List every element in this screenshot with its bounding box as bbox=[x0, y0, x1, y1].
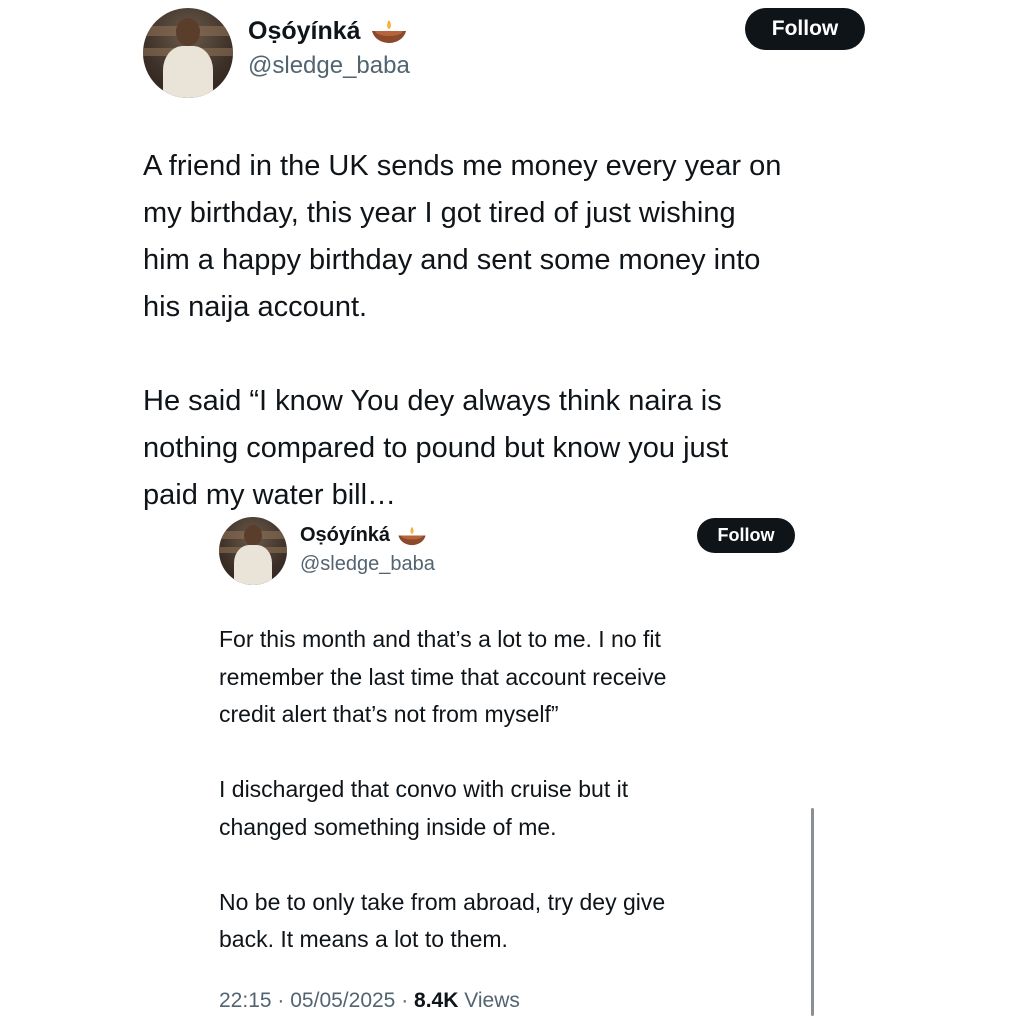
tweet-time[interactable]: 22:15 bbox=[219, 989, 272, 1012]
author-name[interactable]: Oṣóyínká bbox=[248, 17, 361, 46]
views-count: 8.4K bbox=[414, 989, 459, 1012]
author-handle[interactable]: @sledge_baba bbox=[248, 52, 410, 80]
diya-lamp-icon bbox=[396, 525, 428, 546]
diya-lamp-icon bbox=[369, 18, 409, 44]
author-name-row: Oṣóyínká bbox=[248, 14, 409, 48]
avatar[interactable] bbox=[143, 8, 233, 98]
separator: · bbox=[401, 989, 409, 1012]
scrollbar[interactable] bbox=[811, 808, 814, 1016]
tweet-text: A friend in the UK sends me money every … bbox=[143, 150, 782, 511]
views-label: Views bbox=[464, 989, 520, 1012]
author-name-row: Oṣóyínká bbox=[300, 521, 428, 549]
tweet-text: For this month and that’s a lot to me. I… bbox=[219, 626, 667, 952]
author-handle[interactable]: @sledge_baba bbox=[300, 553, 435, 576]
follow-button[interactable]: Follow bbox=[697, 518, 795, 553]
avatar[interactable] bbox=[219, 517, 287, 585]
author-name[interactable]: Oṣóyínká bbox=[300, 524, 390, 547]
tweet-meta: 22:15 · 05/05/2025 · 8.4K Views bbox=[219, 989, 520, 1013]
tweet-date[interactable]: 05/05/2025 bbox=[290, 989, 395, 1012]
follow-button[interactable]: Follow bbox=[745, 8, 865, 50]
separator: · bbox=[277, 989, 285, 1012]
